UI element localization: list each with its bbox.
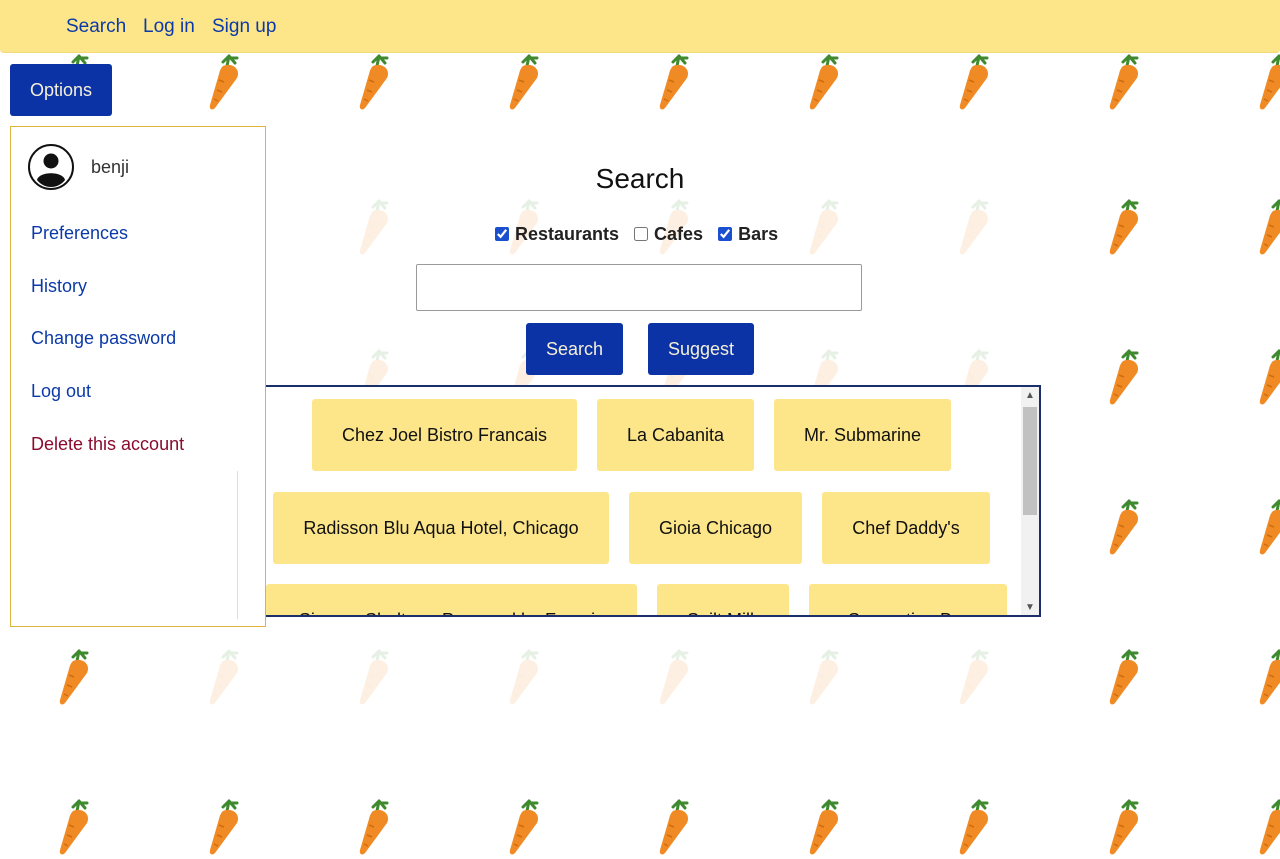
carrot-icon <box>959 799 989 855</box>
results-list[interactable]: Chez Joel Bistro Francais La Cabanita Mr… <box>238 385 1041 617</box>
bars-label: Bars <box>738 223 779 244</box>
result-card[interactable]: Simone Shelton - Prepared by Francis <box>266 584 637 615</box>
carrot-icon <box>359 54 389 110</box>
carrot-icon <box>509 54 539 110</box>
panel-divider <box>237 471 238 619</box>
scroll-up-arrow-icon[interactable]: ▲ <box>1021 387 1039 403</box>
carrot-icon <box>509 799 539 855</box>
carrot-icon <box>809 199 839 255</box>
carrot-icon <box>1109 199 1139 255</box>
carrot-icon <box>1259 349 1280 405</box>
user-options-panel: benji Preferences History Change passwor… <box>10 126 266 627</box>
carrot-icon <box>509 649 539 705</box>
filter-restaurants[interactable]: Restaurants <box>494 224 619 245</box>
carrot-icon <box>1109 649 1139 705</box>
result-card[interactable]: Chez Joel Bistro Francais <box>312 399 577 471</box>
results-scrollbar[interactable]: ▲ ▼ <box>1021 387 1039 615</box>
carrot-icon <box>359 649 389 705</box>
result-card[interactable]: Mr. Submarine <box>774 399 951 471</box>
carrot-icon <box>809 54 839 110</box>
carrot-icon <box>1259 199 1280 255</box>
carrot-icon <box>59 649 89 705</box>
username-label: benji <box>91 157 130 177</box>
restaurants-checkbox[interactable] <box>495 227 509 241</box>
carrot-icon <box>1109 499 1139 555</box>
cafes-label: Cafes <box>654 223 704 244</box>
result-card[interactable]: Chef Daddy's <box>822 492 990 564</box>
carrot-icon <box>59 799 89 855</box>
category-filters: Restaurants Cafes Bars <box>494 222 792 246</box>
result-card[interactable]: La Cabanita <box>597 399 754 471</box>
nav-search-link[interactable]: Search <box>66 16 126 38</box>
search-input[interactable] <box>416 264 862 311</box>
carrot-icon <box>1109 349 1139 405</box>
carrot-icon <box>359 799 389 855</box>
restaurants-label: Restaurants <box>515 223 620 244</box>
menu-history-link[interactable]: History <box>31 276 87 297</box>
search-heading: Search <box>595 163 685 194</box>
filter-bars[interactable]: Bars <box>717 224 778 245</box>
carrot-icon <box>959 54 989 110</box>
menu-logout-link[interactable]: Log out <box>31 381 91 402</box>
scroll-down-arrow-icon[interactable]: ▼ <box>1021 599 1039 615</box>
menu-preferences-link[interactable]: Preferences <box>31 223 128 244</box>
nav-login-link[interactable]: Log in <box>143 16 195 38</box>
nav-signup-link[interactable]: Sign up <box>212 16 276 38</box>
carrot-icon <box>1109 54 1139 110</box>
carrot-icon <box>659 54 689 110</box>
carrot-icon <box>209 649 239 705</box>
result-card[interactable]: Gioia Chicago <box>629 492 802 564</box>
carrot-icon <box>1109 799 1139 855</box>
carrot-icon <box>809 799 839 855</box>
carrot-icon <box>1259 54 1280 110</box>
carrot-icon <box>959 649 989 705</box>
menu-delete-account-link[interactable]: Delete this account <box>31 434 184 455</box>
search-button[interactable]: Search <box>526 323 623 375</box>
result-card[interactable]: Radisson Blu Aqua Hotel, Chicago <box>273 492 609 564</box>
suggest-button[interactable]: Suggest <box>648 323 754 375</box>
cafes-checkbox[interactable] <box>634 227 649 241</box>
user-avatar-icon <box>28 144 74 190</box>
top-navigation-bar: Search Log in Sign up <box>0 0 1280 52</box>
carrot-icon <box>209 54 239 110</box>
carrot-icon <box>659 799 689 855</box>
carrot-icon <box>1259 499 1280 555</box>
carrot-icon <box>659 649 689 705</box>
options-button[interactable]: Options <box>10 64 112 116</box>
menu-change-password-link[interactable]: Change password <box>31 328 176 349</box>
carrot-icon <box>209 799 239 855</box>
result-card[interactable]: Spilt Milk <box>657 584 789 615</box>
carrot-icon <box>359 199 389 255</box>
filter-cafes[interactable]: Cafes <box>633 224 703 245</box>
carrot-icon <box>1259 799 1280 855</box>
carrot-icon <box>1259 649 1280 705</box>
bars-checkbox[interactable] <box>718 227 733 241</box>
result-card[interactable]: Serpentine Bar <box>809 584 1007 615</box>
carrot-icon <box>959 199 989 255</box>
carrot-icon <box>809 649 839 705</box>
scroll-thumb[interactable] <box>1023 407 1037 515</box>
